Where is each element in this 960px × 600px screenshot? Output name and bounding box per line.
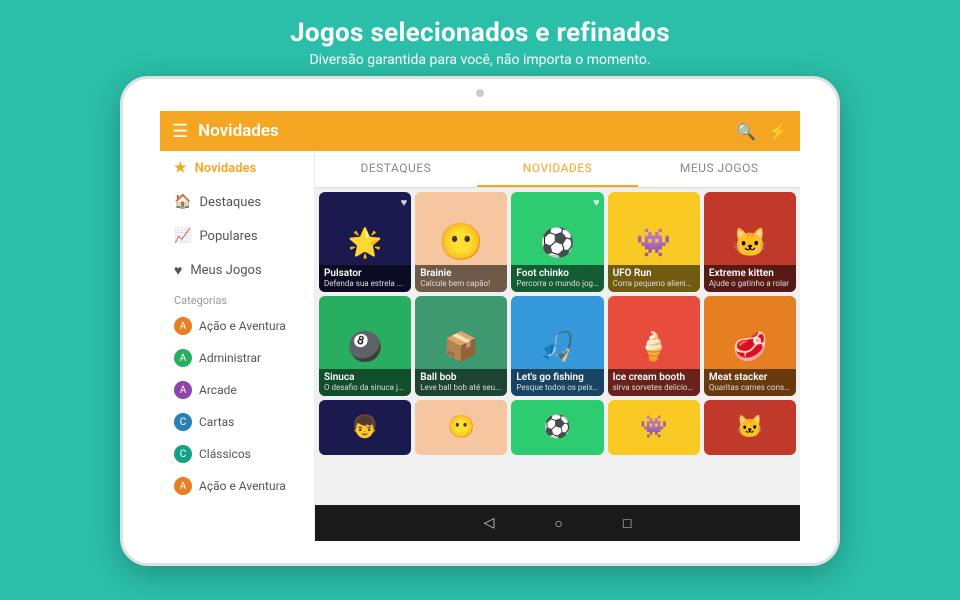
- sidebar-item-novidades[interactable]: ★ Novidades: [160, 151, 314, 185]
- sidebar-cat-classicos[interactable]: C Clássicos: [160, 438, 314, 470]
- tabs-bar: DESTAQUES NOVIDADES MEUS JOGOS: [315, 151, 800, 188]
- categories-label: Categorias: [160, 288, 314, 310]
- app-content: ★ Novidades 🏠 Destaques 📈 Populares ♥ Me…: [160, 151, 800, 541]
- game-card-uforun[interactable]: 👾 UFO Run Corra pequeno alienigena!: [608, 192, 700, 292]
- topbar-icons: 🔍 ⚡: [736, 122, 788, 141]
- game-card-fishing[interactable]: 🎣 Let's go fishing Pesque todos os peixe…: [511, 296, 603, 396]
- heart-badge2: ♥: [593, 196, 600, 209]
- tablet-camera: [476, 89, 484, 97]
- game-card-r3-5[interactable]: 🐱: [704, 400, 796, 455]
- bolt-icon[interactable]: ⚡: [768, 122, 788, 141]
- headline: Jogos selecionados e refinados: [290, 18, 670, 48]
- app-topbar: ☰ Novidades 🔍 ⚡: [160, 111, 800, 151]
- cat-icon-admin: A: [174, 349, 192, 367]
- tab-novidades[interactable]: NOVIDADES: [477, 151, 639, 187]
- game-card-brainie[interactable]: 😶 Brainie Calcule bem capão!: [415, 192, 507, 292]
- cat-icon-arcade: A: [174, 381, 192, 399]
- nav-back-btn[interactable]: ◁: [484, 515, 495, 531]
- sidebar: ★ Novidades 🏠 Destaques 📈 Populares ♥ Me…: [160, 151, 315, 541]
- cat-icon-acao2: A: [174, 477, 192, 495]
- games-row-1: 🌟 Pulsator Defenda sua estrela ... ♥ 😶 B…: [319, 192, 796, 292]
- star-icon: ★: [174, 160, 187, 176]
- cat-icon-cartas: C: [174, 413, 192, 431]
- sidebar-item-meusjogos[interactable]: ♥ Meus Jogos: [160, 253, 314, 288]
- subline: Diversão garantida para você, não import…: [290, 52, 670, 68]
- sidebar-cat-cartas[interactable]: C Cartas: [160, 406, 314, 438]
- nav-home-btn[interactable]: ○: [554, 515, 562, 532]
- sidebar-item-populares[interactable]: 📈 Populares: [160, 219, 314, 253]
- sidebar-cat-acao[interactable]: A Ação e Aventura: [160, 310, 314, 342]
- android-nav: ◁ ○ □: [315, 505, 800, 541]
- app-title: Novidades: [198, 121, 736, 141]
- main-area: DESTAQUES NOVIDADES MEUS JOGOS 🌟 Pulsato…: [315, 151, 800, 541]
- home-icon: 🏠: [174, 194, 191, 210]
- sidebar-cat-acao2[interactable]: A Ação e Aventura: [160, 470, 314, 502]
- trending-icon: 📈: [174, 228, 191, 244]
- sidebar-cat-administrar[interactable]: A Administrar: [160, 342, 314, 374]
- tab-meusjogos[interactable]: MEUS JOGOS: [638, 151, 800, 187]
- game-card-r3-2[interactable]: 😶: [415, 400, 507, 455]
- sidebar-item-destaques[interactable]: 🏠 Destaques: [160, 185, 314, 219]
- cat-icon-acao: A: [174, 317, 192, 335]
- tablet-screen: ☰ Novidades 🔍 ⚡ ★ Novidades 🏠 Destaques: [160, 111, 800, 541]
- game-card-ballbob[interactable]: 📦 Ball bob Leve ball bob até seu...: [415, 296, 507, 396]
- hamburger-icon[interactable]: ☰: [172, 121, 188, 142]
- sidebar-cat-arcade[interactable]: A Arcade: [160, 374, 314, 406]
- top-text: Jogos selecionados e refinados Diversão …: [290, 0, 670, 76]
- game-card-icecream[interactable]: 🍦 Ice cream booth sirva sorvetes delicio…: [608, 296, 700, 396]
- game-card-footchinko[interactable]: ⚽ Foot chinko Percorra o mundo jogando! …: [511, 192, 603, 292]
- game-card-kitten[interactable]: 🐱 Extreme kitten Ajude o gatinho a rolar: [704, 192, 796, 292]
- game-card-meatstacker[interactable]: 🥩 Meat stacker Quaritas carnes conseque.…: [704, 296, 796, 396]
- tab-destaques[interactable]: DESTAQUES: [315, 151, 477, 187]
- search-icon[interactable]: 🔍: [736, 122, 756, 141]
- game-card-sinuca[interactable]: 🎱 Sinuca O desafio da sinuca já ...: [319, 296, 411, 396]
- heart-badge: ♥: [401, 196, 408, 209]
- games-row-2: 🎱 Sinuca O desafio da sinuca já ... 📦 Ba…: [319, 296, 796, 396]
- game-card-pulsator[interactable]: 🌟 Pulsator Defenda sua estrela ... ♥: [319, 192, 411, 292]
- heart-icon: ♥: [174, 262, 182, 279]
- game-card-r3-3[interactable]: ⚽: [511, 400, 603, 455]
- nav-recent-btn[interactable]: □: [623, 515, 631, 532]
- game-card-r3-4[interactable]: 👾: [608, 400, 700, 455]
- tablet-wrapper: ☰ Novidades 🔍 ⚡ ★ Novidades 🏠 Destaques: [120, 76, 840, 566]
- games-grid: 🌟 Pulsator Defenda sua estrela ... ♥ 😶 B…: [315, 188, 800, 505]
- games-row-3: 👦 😶 ⚽ 👾 🐱: [319, 400, 796, 455]
- cat-icon-classicos: C: [174, 445, 192, 463]
- game-card-r3-1[interactable]: 👦: [319, 400, 411, 455]
